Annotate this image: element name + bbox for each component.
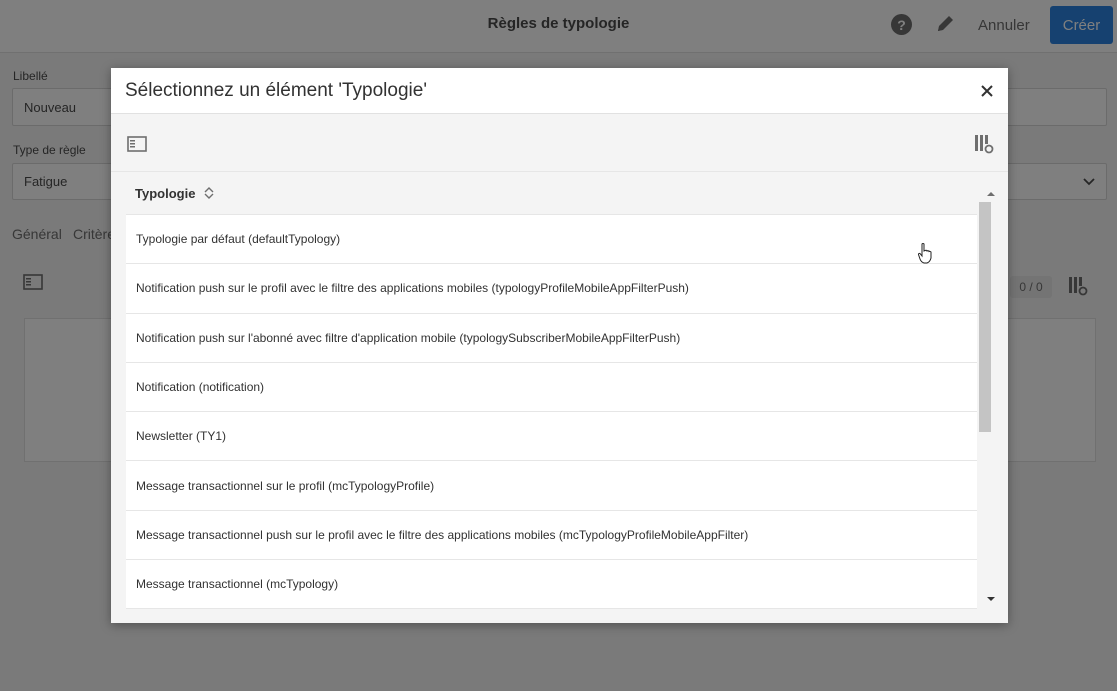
select-typology-dialog: Sélectionnez un élément 'Typologie' Typo… [111,68,1008,623]
row-label: Message transactionnel (mcTypology) [136,577,339,592]
table-row[interactable]: Notification push sur l'abonné avec filt… [126,313,977,363]
table-row[interactable]: Message transactionnel sur le profil (mc… [126,461,977,511]
column-header-label: Typologie [135,185,196,201]
scroll-track[interactable] [979,202,991,602]
close-icon[interactable] [978,82,996,100]
hand-cursor-icon [917,243,932,264]
typology-table: Typologie Typologie par défaut (defaultT… [126,172,1003,623]
table-row[interactable]: Notification push sur le profil avec le … [126,264,977,314]
table-scrollbar[interactable] [979,186,1003,612]
row-label: Message transactionnel sur le profil (mc… [136,478,435,493]
row-label: Notification push sur le profil avec le … [136,281,689,296]
dialog-header: Sélectionnez un élément 'Typologie' [111,68,1008,114]
table-row[interactable]: Newsletter (TY1) [126,412,977,462]
table-row[interactable]: Typologie par défaut (defaultTypology) [126,215,977,265]
scroll-thumb[interactable] [979,202,991,432]
scroll-up-icon[interactable] [986,190,996,197]
row-label: Notification (notification) [136,380,265,395]
dialog-body: Typologie Typologie par défaut (defaultT… [111,114,1008,623]
table-row[interactable]: Message transactionnel (mcTypology) [126,560,977,610]
scroll-down-icon[interactable] [986,596,996,603]
column-header-typology[interactable]: Typologie [126,172,977,215]
row-label: Newsletter (TY1) [136,429,227,444]
dialog-title: Sélectionnez un élément 'Typologie' [125,80,427,101]
row-label: Typologie par défaut (defaultTypology) [136,232,341,247]
column-settings-icon[interactable] [974,134,994,154]
table-row[interactable]: Notification (notification) [126,362,977,413]
sort-icon[interactable] [203,186,215,200]
table-row[interactable]: Message transactionnel push sur le profi… [126,510,977,561]
dialog-toolbar [111,114,1008,172]
row-label: Notification push sur l'abonné avec filt… [136,330,681,345]
table-rows: Typologie par défaut (defaultTypology) N… [126,215,977,610]
panel-toggle-icon[interactable] [127,136,147,152]
row-label: Message transactionnel push sur le profi… [136,527,749,542]
